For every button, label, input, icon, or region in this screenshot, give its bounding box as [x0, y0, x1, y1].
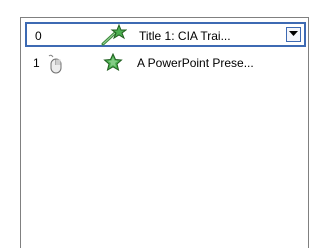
- custom-animation-list[interactable]: 0 Title 1: CIA Trai... 1 A PowerPoint Pr…: [20, 17, 309, 248]
- entrance-star-icon: [101, 23, 128, 49]
- mouse-click-icon: [47, 54, 63, 77]
- animation-item-index: 0: [35, 29, 42, 43]
- animation-item[interactable]: 1 A PowerPoint Prese...: [25, 51, 306, 76]
- animation-item-index: 1: [33, 56, 40, 70]
- animation-item-label: A PowerPoint Prese...: [137, 56, 254, 70]
- animation-item-label: Title 1: CIA Trai...: [139, 29, 231, 43]
- animation-item-dropdown-button[interactable]: [286, 27, 301, 42]
- entrance-star-icon: [103, 52, 123, 74]
- animation-item[interactable]: 0 Title 1: CIA Trai...: [25, 22, 306, 47]
